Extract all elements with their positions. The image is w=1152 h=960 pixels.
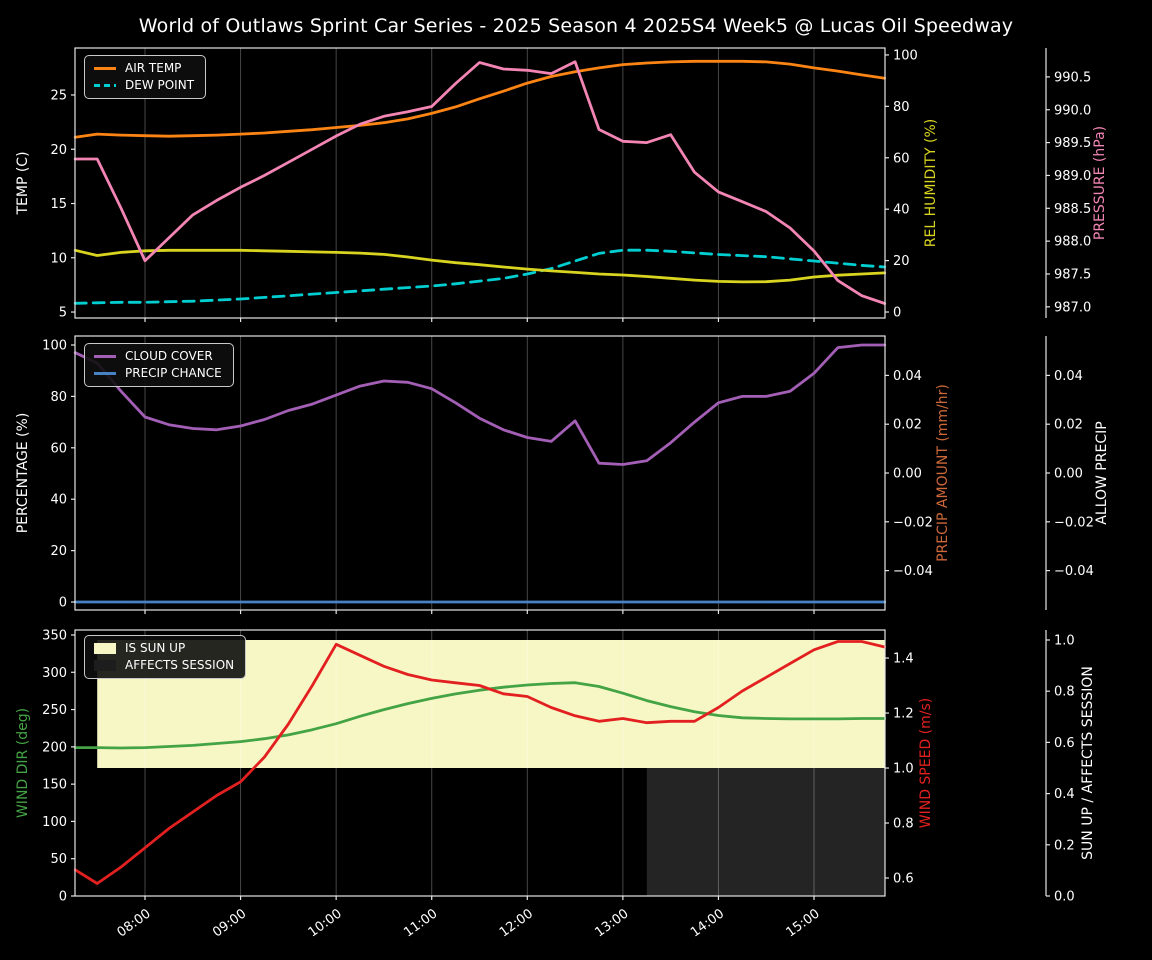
tick-label: 20 <box>50 544 67 559</box>
legend-swatch-is-sun-up <box>94 643 116 654</box>
tick-label: −0.04 <box>893 564 933 579</box>
legend-label: DEW POINT <box>125 78 195 92</box>
tick-label: 0.04 <box>1054 369 1083 384</box>
rel-humidity-line <box>73 248 887 284</box>
tick-label: 350 <box>42 628 67 643</box>
tick-label: 15 <box>50 197 67 212</box>
tick-label: 0.04 <box>893 369 922 384</box>
tick-label: 20 <box>50 143 67 158</box>
legend-swatch-precip-chance <box>94 372 116 375</box>
chart-title: World of Outlaws Sprint Car Series - 202… <box>138 15 1014 37</box>
tick-label: 100 <box>42 815 67 830</box>
tick-label: 1.2 <box>893 707 914 722</box>
legend-label: AFFECTS SESSION <box>125 658 235 672</box>
legend-clouds: CLOUD COVER PRECIP CHANCE <box>84 343 234 387</box>
tick-label: 988.0 <box>1054 235 1091 250</box>
dew-point-line <box>73 248 887 305</box>
axis-label-pressure-hpa: PRESSURE (hPa) <box>1092 126 1108 240</box>
tick-label: 100 <box>893 48 918 63</box>
x-tick-label: 10:00 <box>306 906 345 940</box>
axis-label-allow-precip: ALLOW PRECIP <box>1094 421 1110 524</box>
tick-label: 0.6 <box>893 872 914 887</box>
tick-label: 0 <box>893 306 901 321</box>
tick-label: 0 <box>59 596 67 611</box>
tick-label: 50 <box>50 852 67 867</box>
tick-label: 989.0 <box>1054 169 1091 184</box>
tick-label: 1.0 <box>1054 633 1075 648</box>
tick-label: 0.4 <box>1054 787 1075 802</box>
axis-label-temp-c: TEMP (C) <box>15 151 31 215</box>
tick-label: 150 <box>42 778 67 793</box>
x-tick-label: 14:00 <box>688 906 727 940</box>
tick-label: 0.02 <box>893 418 922 433</box>
tick-label: 987.0 <box>1054 300 1091 315</box>
tick-label: 40 <box>50 493 67 508</box>
legend-swatch-dew-point <box>94 84 116 87</box>
tick-label: 990.0 <box>1054 103 1091 118</box>
tick-label: 989.5 <box>1054 136 1091 151</box>
legend-label: CLOUD COVER <box>125 349 213 363</box>
tick-label: 200 <box>42 740 67 755</box>
x-tick-label: 09:00 <box>210 906 249 940</box>
tick-label: 5 <box>59 306 67 321</box>
tick-label: −0.02 <box>1054 515 1094 530</box>
legend-label: PRECIP CHANCE <box>125 366 222 380</box>
legend-label: IS SUN UP <box>125 641 186 655</box>
tick-label: 0.02 <box>1054 418 1083 433</box>
legend-swatch-air-temp <box>94 67 116 70</box>
x-tick-label: 08:00 <box>115 906 154 940</box>
axis-label-sun-up-affects-session: SUN UP / AFFECTS SESSION <box>1080 666 1096 860</box>
tick-label: 40 <box>893 203 910 218</box>
tick-label: 60 <box>893 151 910 166</box>
tick-label: 987.5 <box>1054 267 1091 282</box>
legend-item-is-sun-up: IS SUN UP <box>94 642 234 655</box>
legend-item-affects-session: AFFECTS SESSION <box>94 659 234 672</box>
tick-label: 20 <box>893 254 910 269</box>
tick-label: 990.5 <box>1054 70 1091 85</box>
affects-session-fill <box>646 768 885 896</box>
tick-label: 0.8 <box>1054 685 1075 700</box>
legend-item-air-temp: AIR TEMP <box>94 62 194 75</box>
weather-forecast-chart: 5 10 15 20 25 0 20 40 60 80 100 987.0 987.5 988.0 988.… <box>0 0 1152 960</box>
legend-item-dew-point: DEW POINT <box>94 79 194 92</box>
tick-label: 0.8 <box>893 817 914 832</box>
tick-label: −0.02 <box>893 515 933 530</box>
tick-label: 25 <box>50 88 67 103</box>
tick-label: 250 <box>42 703 67 718</box>
legend-item-precip-chance: PRECIP CHANCE <box>94 367 222 380</box>
tick-label: 10 <box>50 251 67 266</box>
legend-temperature: AIR TEMP DEW POINT <box>84 55 207 99</box>
tick-label: 988.5 <box>1054 202 1091 217</box>
tick-label: 80 <box>893 100 910 115</box>
tick-label: −0.04 <box>1054 564 1094 579</box>
axis-label-wind-speed-m-s: WIND SPEED (m/s) <box>918 698 934 829</box>
legend-swatch-cloud-cover <box>94 355 116 358</box>
tick-label: 0.2 <box>1054 838 1075 853</box>
tick-label: 60 <box>50 441 67 456</box>
x-tick-label: 15:00 <box>784 906 823 940</box>
tick-label: 1.0 <box>893 762 914 777</box>
chart-canvas: 510152025020406080100987.0987.5988.0988.… <box>15 47 1110 940</box>
legend-swatch-affects-session <box>94 660 116 671</box>
legend-wind: IS SUN UP AFFECTS SESSION <box>84 635 247 679</box>
tick-label: 0.6 <box>1054 736 1075 751</box>
legend-label: AIR TEMP <box>125 61 182 75</box>
tick-label: 80 <box>50 390 67 405</box>
x-tick-label: 11:00 <box>401 906 440 940</box>
tick-label: 300 <box>42 666 67 681</box>
tick-label: 100 <box>42 338 67 353</box>
x-tick-label: 12:00 <box>497 906 536 940</box>
tick-label: 0 <box>59 890 67 905</box>
tick-label: 0.00 <box>1054 467 1083 482</box>
axis-label-precip-amount-mm-hr: PRECIP AMOUNT (mm/hr) <box>935 384 951 562</box>
axis-label-percentage: PERCENTAGE (%) <box>15 413 31 534</box>
axis-label-rel-humidity: REL HUMIDITY (%) <box>923 119 939 248</box>
tick-label: 0.00 <box>893 467 922 482</box>
tick-label: 0.0 <box>1054 890 1075 905</box>
x-tick-label: 13:00 <box>592 906 631 940</box>
tick-label: 1.4 <box>893 652 914 667</box>
legend-item-cloud-cover: CLOUD COVER <box>94 350 222 363</box>
axis-label-wind-dir-deg: WIND DIR (deg) <box>15 708 31 818</box>
